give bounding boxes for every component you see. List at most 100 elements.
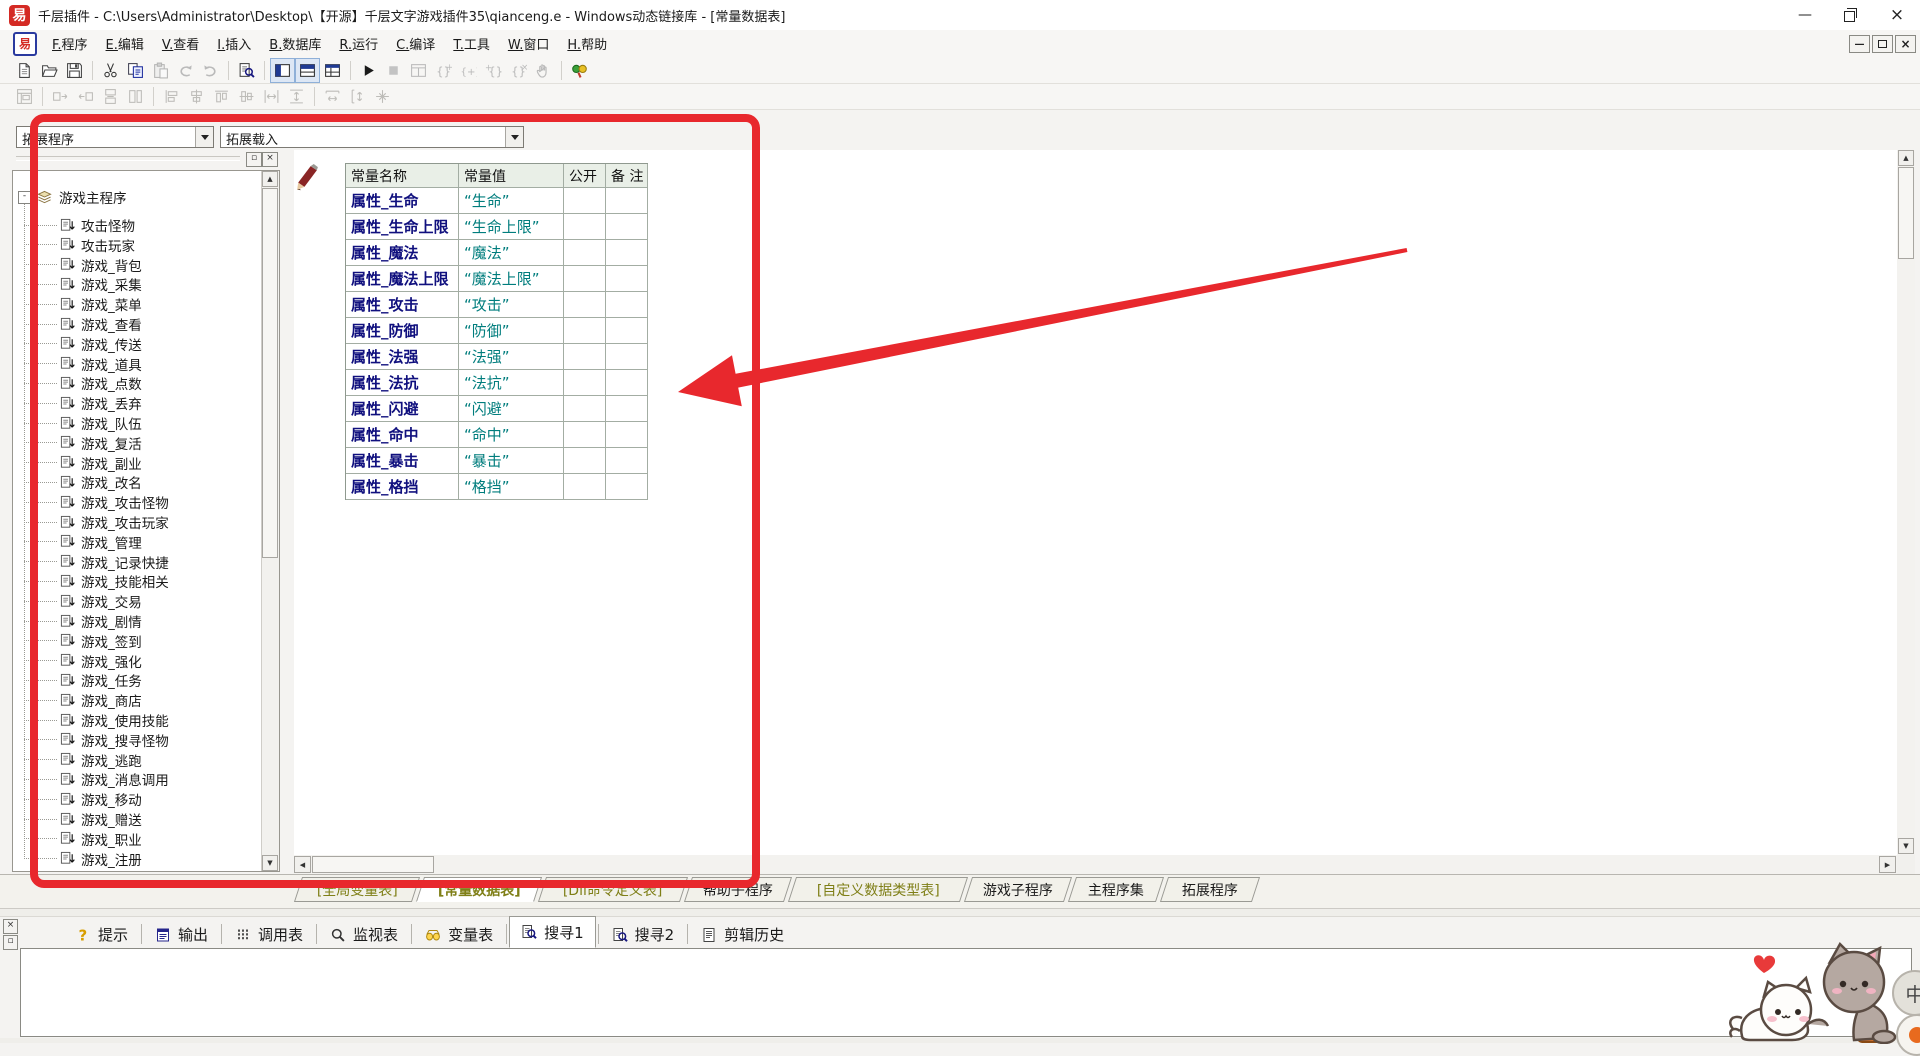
panel-float-button[interactable]: ▫: [246, 152, 262, 167]
public-cell[interactable]: [564, 448, 606, 474]
load-combobox[interactable]: 拓展载入: [220, 126, 524, 148]
menu-item-database[interactable]: B.数据库: [260, 30, 330, 57]
dock-tab[interactable]: 监视表: [319, 921, 409, 948]
constant-value-cell[interactable]: “魔法”: [459, 240, 564, 266]
constant-value-cell[interactable]: “攻击”: [459, 292, 564, 318]
constant-name-cell[interactable]: 属性_防御: [346, 318, 459, 344]
dock-tab[interactable]: 搜寻1: [509, 916, 596, 948]
pause-hand-button[interactable]: [531, 58, 556, 83]
scroll-up-button[interactable]: ▲: [1898, 150, 1914, 166]
public-cell[interactable]: [564, 344, 606, 370]
constant-value-cell[interactable]: “闪避”: [459, 396, 564, 422]
tree-item[interactable]: 游戏_赠送: [24, 809, 142, 829]
scroll-down-button[interactable]: ▼: [262, 855, 278, 871]
space-equal-v-button[interactable]: [284, 84, 309, 109]
constant-value-cell[interactable]: “暴击”: [459, 448, 564, 474]
tree-item[interactable]: 游戏_移动: [24, 789, 142, 809]
public-cell[interactable]: [564, 370, 606, 396]
public-cell[interactable]: [564, 214, 606, 240]
tree-item[interactable]: 游戏_背包: [24, 255, 142, 275]
search-results-panel[interactable]: [20, 948, 1912, 1037]
align-top-button[interactable]: [209, 84, 234, 109]
constant-value-cell[interactable]: “生命上限”: [459, 214, 564, 240]
brace-wrap-button[interactable]: {+}: [456, 58, 481, 83]
sheet-tab[interactable]: [全局变量表]: [294, 877, 420, 902]
same-size-button[interactable]: [370, 84, 395, 109]
dock-tab[interactable]: ?提示: [64, 921, 139, 948]
scroll-left-button[interactable]: ◀: [294, 856, 311, 873]
menu-item-insert[interactable]: I.插入: [208, 30, 260, 57]
tree-scrollbar[interactable]: ▲ ▼: [261, 171, 279, 871]
form-designer-button[interactable]: [12, 84, 37, 109]
scroll-up-button[interactable]: ▲: [262, 171, 278, 187]
comment-cell[interactable]: [606, 474, 648, 500]
sheet-tab[interactable]: [常量数据表]: [416, 877, 542, 902]
paste-button[interactable]: [148, 58, 173, 83]
constant-name-cell[interactable]: 属性_闪避: [346, 396, 459, 422]
comment-cell[interactable]: [606, 214, 648, 240]
panel-grip[interactable]: [16, 156, 240, 161]
constant-value-cell[interactable]: “格挡”: [459, 474, 564, 500]
scroll-thumb[interactable]: [1898, 167, 1914, 259]
run-button[interactable]: [356, 58, 381, 83]
debug-panel-button[interactable]: [406, 58, 431, 83]
comment-cell[interactable]: [606, 370, 648, 396]
tree-item[interactable]: 游戏_采集: [24, 274, 142, 294]
tree-item[interactable]: 游戏_强化: [24, 651, 142, 671]
comment-cell[interactable]: [606, 266, 648, 292]
public-cell[interactable]: [564, 474, 606, 500]
tree-item[interactable]: 游戏_使用技能: [24, 710, 169, 730]
menu-item-compile[interactable]: C.编译: [387, 30, 444, 57]
constant-name-cell[interactable]: 属性_格挡: [346, 474, 459, 500]
vertical-scrollbar[interactable]: ▲ ▼: [1897, 150, 1915, 855]
sheet-tab[interactable]: [自定义数据类型表]: [788, 877, 968, 902]
dock-tab[interactable]: 输出: [144, 921, 219, 948]
view-split-top-button[interactable]: [295, 58, 320, 83]
child-restore-button[interactable]: [1872, 35, 1893, 53]
constant-name-cell[interactable]: 属性_命中: [346, 422, 459, 448]
tree-item[interactable]: 游戏_菜单: [24, 294, 142, 314]
window-minimize-button[interactable]: —: [1782, 0, 1828, 30]
constant-value-cell[interactable]: “命中”: [459, 422, 564, 448]
sheet-tab[interactable]: 拓展程序: [1160, 877, 1260, 902]
copy-button[interactable]: [123, 58, 148, 83]
comment-cell[interactable]: [606, 292, 648, 318]
tree-item[interactable]: 游戏_副业: [24, 453, 142, 473]
view-split-grid-button[interactable]: [320, 58, 345, 83]
tree-item[interactable]: 游戏_消息调用: [24, 769, 169, 789]
window-close-button[interactable]: ×: [1874, 0, 1920, 30]
child-close-button[interactable]: ×: [1895, 35, 1916, 53]
align-left-button[interactable]: [159, 84, 184, 109]
menu-item-window[interactable]: W.窗口: [499, 30, 559, 57]
comment-cell[interactable]: [606, 188, 648, 214]
attach-up-button[interactable]: [98, 84, 123, 109]
sheet-tab[interactable]: 游戏子程序: [964, 877, 1072, 902]
tree-item[interactable]: 游戏_管理: [24, 532, 142, 552]
dock-tab[interactable]: 调用表: [224, 921, 314, 948]
horizontal-scrollbar[interactable]: ◀ ▶: [294, 855, 1897, 874]
program-combobox-dropdown-button[interactable]: [195, 127, 213, 147]
brace-remove-button[interactable]: {}×: [506, 58, 531, 83]
tree-item[interactable]: 游戏_剧情: [24, 611, 142, 631]
menu-item-view[interactable]: V.查看: [153, 30, 208, 57]
brace-insert-button[interactable]: {}+: [481, 58, 506, 83]
tree-item[interactable]: 游戏_队伍: [24, 413, 142, 433]
support-lib-config-button[interactable]: [567, 58, 592, 83]
child-minimize-button[interactable]: —: [1849, 35, 1870, 53]
constant-name-cell[interactable]: 属性_暴击: [346, 448, 459, 474]
view-split-left-button[interactable]: [270, 58, 295, 83]
tree-item[interactable]: 游戏_复活: [24, 433, 142, 453]
comment-cell[interactable]: [606, 396, 648, 422]
public-cell[interactable]: [564, 318, 606, 344]
attach-left-button[interactable]: [48, 84, 73, 109]
dock-close-button[interactable]: ×: [3, 919, 18, 934]
menu-item-program[interactable]: F.程序: [43, 30, 97, 57]
constant-name-cell[interactable]: 属性_魔法上限: [346, 266, 459, 292]
comment-cell[interactable]: [606, 422, 648, 448]
constant-name-cell[interactable]: 属性_法强: [346, 344, 459, 370]
tree-item[interactable]: 游戏_改名: [24, 472, 142, 492]
tree-item[interactable]: 游戏_注册: [24, 849, 142, 869]
public-cell[interactable]: [564, 188, 606, 214]
tree-item[interactable]: 游戏_技能相关: [24, 571, 169, 591]
constant-value-cell[interactable]: “法抗”: [459, 370, 564, 396]
